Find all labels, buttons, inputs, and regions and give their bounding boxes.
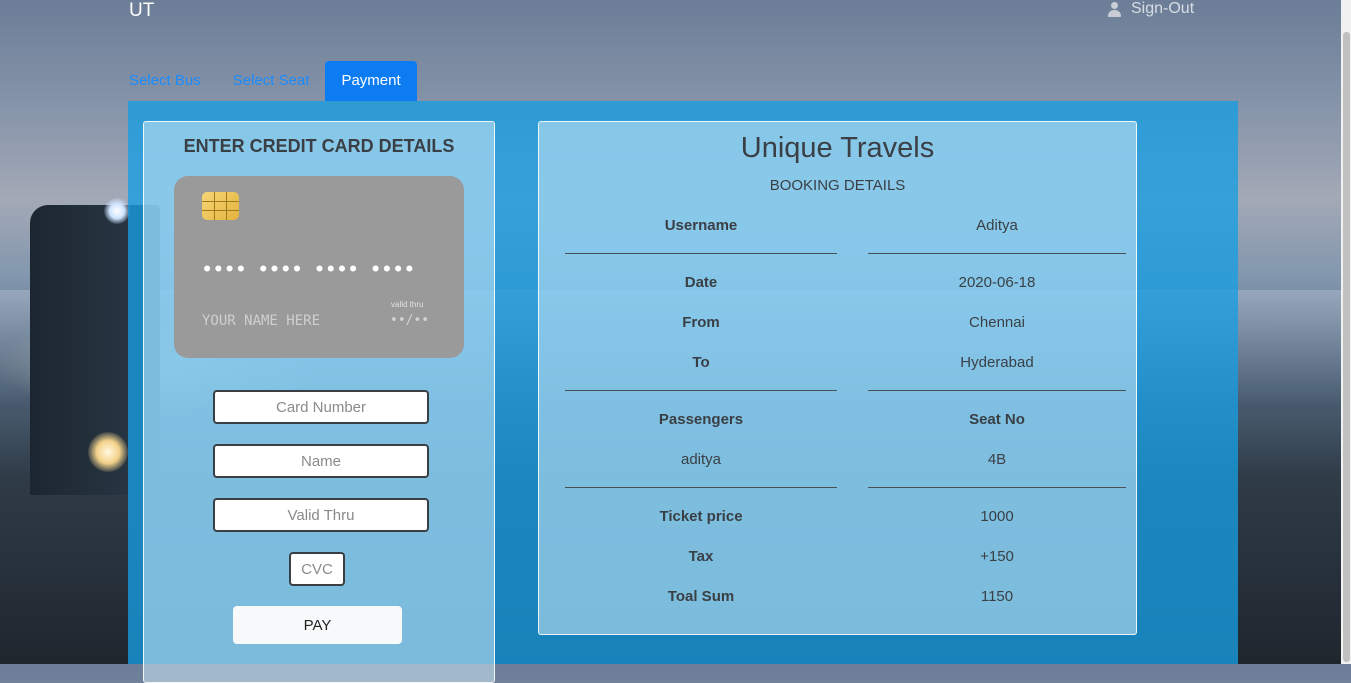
divider <box>868 253 1126 254</box>
username-value: Aditya <box>976 217 1018 234</box>
background-headlight-top <box>104 198 130 224</box>
valid-thru-input[interactable] <box>213 498 429 532</box>
company-title: Unique Travels <box>740 132 935 164</box>
from-value: Chennai <box>969 314 1025 331</box>
sign-out-label: Sign-Out <box>1131 0 1195 17</box>
user-icon <box>1108 1 1121 17</box>
total-sum-label: Toal Sum <box>667 588 735 605</box>
credit-card-title: ENTER CREDIT CARD DETAILS <box>183 136 455 156</box>
credit-card-panel: ENTER CREDIT CARD DETAILS •••• •••• ••••… <box>143 121 495 683</box>
cvc-input[interactable] <box>289 552 345 586</box>
seat-no-label: Seat No <box>969 411 1025 428</box>
scrollbar-thumb[interactable] <box>1343 32 1350 662</box>
from-label: From <box>682 314 720 331</box>
background-headlight <box>88 432 128 472</box>
passenger-name: aditya <box>680 451 722 468</box>
card-holder-name: YOUR NAME HERE <box>202 313 321 329</box>
card-valid-thru-mask: ••/•• <box>390 313 430 328</box>
name-input[interactable] <box>213 444 429 478</box>
chip-icon <box>202 192 239 220</box>
tab-payment[interactable]: Payment <box>325 61 417 101</box>
tab-select-bus[interactable]: Select Bus <box>128 61 217 101</box>
ticket-price-value: 1000 <box>980 508 1014 525</box>
divider <box>565 390 837 391</box>
tax-label: Tax <box>688 548 714 565</box>
booking-steps-tabs: Select Bus Select Seat Payment <box>128 61 417 101</box>
credit-card-preview: •••• •••• •••• •••• YOUR NAME HERE valid… <box>174 176 464 358</box>
card-valid-thru-label: valid thru <box>391 300 424 309</box>
brand-logo[interactable]: UT <box>129 0 154 22</box>
date-value: 2020-06-18 <box>958 274 1036 291</box>
ticket-price-label: Ticket price <box>659 508 743 525</box>
divider <box>868 487 1126 488</box>
divider <box>868 390 1126 391</box>
tax-value: +150 <box>980 548 1014 565</box>
card-number-mask: •••• •••• •••• •••• <box>202 260 416 280</box>
passengers-label: Passengers <box>658 411 744 428</box>
booking-details-panel: Unique Travels BOOKING DETAILS Username … <box>538 121 1137 635</box>
card-number-input[interactable] <box>213 390 429 424</box>
booking-details-heading: BOOKING DETAILS <box>769 177 906 194</box>
total-sum-value: 1150 <box>980 588 1014 605</box>
date-label: Date <box>684 274 718 291</box>
tab-select-seat[interactable]: Select Seat <box>217 61 326 101</box>
username-label: Username <box>664 217 738 234</box>
pay-button[interactable]: PAY <box>233 606 402 644</box>
seat-number: 4B <box>987 451 1007 468</box>
divider <box>565 487 837 488</box>
sign-out-link[interactable]: Sign-Out <box>1108 0 1194 18</box>
to-label: To <box>692 354 710 371</box>
to-value: Hyderabad <box>960 354 1034 371</box>
divider <box>565 253 837 254</box>
